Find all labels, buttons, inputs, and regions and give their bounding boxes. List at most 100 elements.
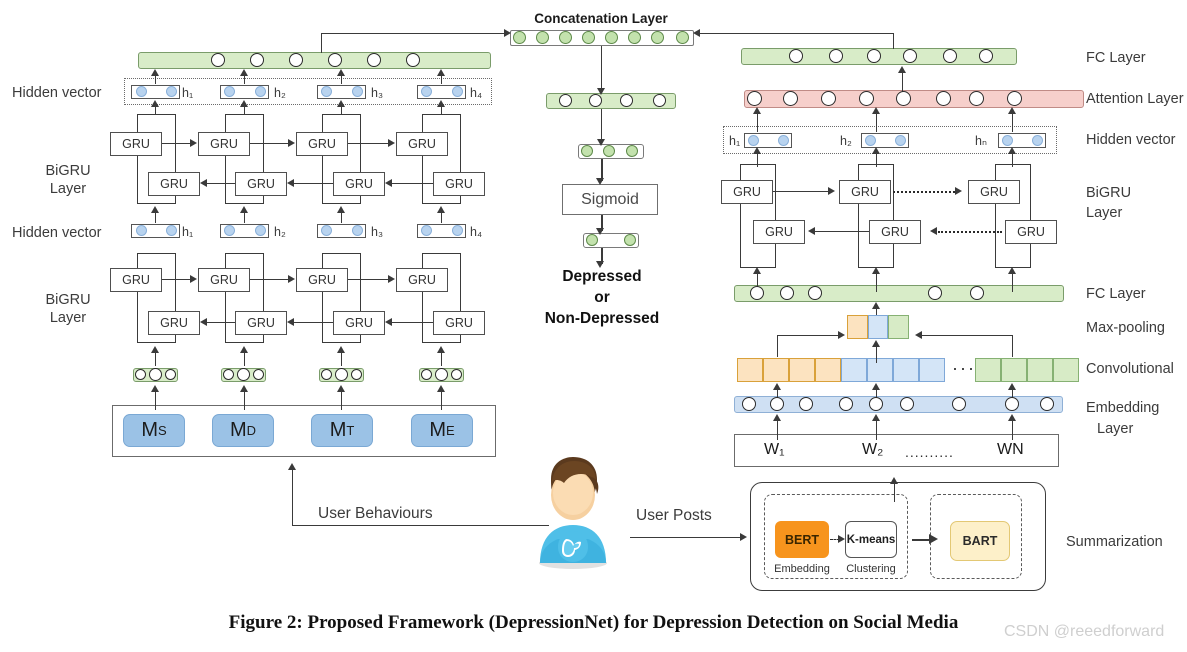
left-gru-backward-bottom[interactable]: GRU: [433, 311, 485, 335]
left-bot-rail: [322, 253, 324, 343]
left-gru-backward-top[interactable]: GRU: [235, 172, 287, 196]
right-gru-backward[interactable]: GRU: [869, 220, 921, 244]
right-rail: [775, 164, 777, 268]
left-m-up-arrow: [240, 385, 248, 392]
right-bwd-dots-arrow: [930, 227, 937, 235]
left-hidden-dot: [352, 86, 363, 97]
right-fc-bottom-up-arrow: [872, 267, 880, 274]
conv-cell: [763, 358, 789, 382]
left-embed-up-arrow: [337, 346, 345, 353]
attention-layer-label: Attention Layer: [1086, 91, 1184, 107]
left-top-rail: [137, 114, 139, 204]
right-fc-bottom-up-line: [1012, 272, 1014, 292]
center-output-node: [624, 234, 636, 246]
right-h1-up-arrow: [753, 107, 761, 114]
conv-cell: [841, 358, 867, 382]
left-hidden-mid-label-4: h₄: [470, 225, 483, 239]
left-gru-backward-bottom[interactable]: GRU: [235, 311, 287, 335]
left-top-out-arrow: [240, 100, 248, 107]
left-gru-forward-bottom[interactable]: GRU: [198, 268, 250, 292]
attention-node: [747, 91, 762, 106]
left-gru-backward-bottom[interactable]: GRU: [148, 311, 200, 335]
attention-node: [936, 91, 951, 106]
embedding-label-1: Embedding: [1086, 400, 1160, 416]
watermark: CSDN @reeedforward: [1004, 623, 1165, 640]
left-m-up-arrow: [151, 385, 159, 392]
left-top-rail-cap: [225, 203, 264, 205]
center-fc-node: [559, 94, 572, 107]
left-gru-backward-bottom[interactable]: GRU: [333, 311, 385, 335]
right-fc-top-node: [979, 49, 993, 63]
left-hidden-dot: [166, 86, 177, 97]
left-embed-node: [237, 368, 250, 381]
left-embed-node: [421, 369, 432, 380]
left-gru-forward-top[interactable]: GRU: [396, 132, 448, 156]
max-pooling-cell-blue: [867, 315, 889, 339]
user-posts-label: User Posts: [636, 507, 712, 524]
emb-to-conv3-arrow: [1008, 383, 1016, 390]
right-hidden-dot: [1002, 135, 1013, 146]
left-gru-forward-bottom[interactable]: GRU: [110, 268, 162, 292]
sigmoid-box[interactable]: Sigmoid: [562, 184, 658, 215]
left-fwd-arrow-head: [190, 139, 197, 147]
left-hidden-dot: [255, 86, 266, 97]
right-rail: [1030, 164, 1032, 268]
center-fc-to-small-line: [601, 109, 603, 141]
behaviour-chip-me[interactable]: ME: [411, 414, 473, 447]
left-bigru-bottom-label-1: BiGRU: [45, 292, 91, 308]
left-mid-up-arrow: [151, 206, 159, 213]
left-fwd-arrow-line: [162, 143, 192, 145]
behaviour-chip-ms[interactable]: MS: [123, 414, 185, 447]
left-bot-rail: [225, 253, 227, 343]
user-behaviours-label: User Behaviours: [318, 505, 433, 522]
right-gru-forward[interactable]: GRU: [968, 180, 1020, 204]
left-bot-rail: [422, 253, 424, 343]
concat-node: [651, 31, 664, 44]
right-gru-forward[interactable]: GRU: [839, 180, 891, 204]
left-bwd2-arrow-line: [294, 322, 333, 324]
center-small-to-sigmoid-arrow: [596, 178, 604, 185]
left-embed-up-arrow: [151, 346, 159, 353]
max-pooling-label: Max-pooling: [1086, 320, 1165, 336]
center-fc-node: [589, 94, 602, 107]
left-embed-up-arrow: [437, 346, 445, 353]
left-fwd-arrow-line: [348, 143, 390, 145]
left-gru-backward-top[interactable]: GRU: [148, 172, 200, 196]
right-hidden-dot: [865, 135, 876, 146]
right-fc-bottom-node: [780, 286, 794, 300]
right-fc-bottom-node: [750, 286, 764, 300]
left-fwd-arrow-line: [250, 143, 290, 145]
kmeans-chip[interactable]: K-means: [845, 521, 897, 558]
left-gru-forward-bottom[interactable]: GRU: [396, 268, 448, 292]
left-embed-node: [351, 369, 362, 380]
behaviour-chip-mt[interactable]: MT: [311, 414, 373, 447]
right-hidden-feed-arrow: [753, 147, 761, 154]
center-fc-node: [653, 94, 666, 107]
left-gru-backward-top[interactable]: GRU: [333, 172, 385, 196]
right-gru-backward[interactable]: GRU: [1005, 220, 1057, 244]
right-hidden-vector-label: Hidden vector: [1086, 132, 1176, 148]
user-behaviours-riser: [292, 470, 294, 526]
left-bot-rail-cap: [137, 342, 176, 344]
left-gru-forward-top[interactable]: GRU: [296, 132, 348, 156]
right-gru-forward[interactable]: GRU: [721, 180, 773, 204]
conv-cell: [789, 358, 815, 382]
right-h2-up-line: [876, 112, 878, 132]
left-output-bar: [138, 52, 491, 69]
behaviour-chip-md[interactable]: MD: [212, 414, 274, 447]
bart-chip[interactable]: BART: [950, 521, 1010, 561]
left-gru-backward-top[interactable]: GRU: [433, 172, 485, 196]
left-bigru-bottom-label-2: Layer: [49, 310, 87, 326]
conv-cell: [737, 358, 763, 382]
conv-cell: [1001, 358, 1027, 382]
left-gru-forward-top[interactable]: GRU: [198, 132, 250, 156]
left-bwd-arrow-line: [294, 183, 333, 185]
left-hidden-dot: [352, 225, 363, 236]
left-gru-forward-top[interactable]: GRU: [110, 132, 162, 156]
right-to-concat-riser: [893, 33, 895, 49]
left-bigru-top-label-2: Layer: [49, 181, 87, 197]
left-gru-forward-bottom[interactable]: GRU: [296, 268, 348, 292]
right-gru-backward[interactable]: GRU: [753, 220, 805, 244]
left-bwd-arrow-head: [385, 179, 392, 187]
bert-chip[interactable]: BERT: [775, 521, 829, 558]
